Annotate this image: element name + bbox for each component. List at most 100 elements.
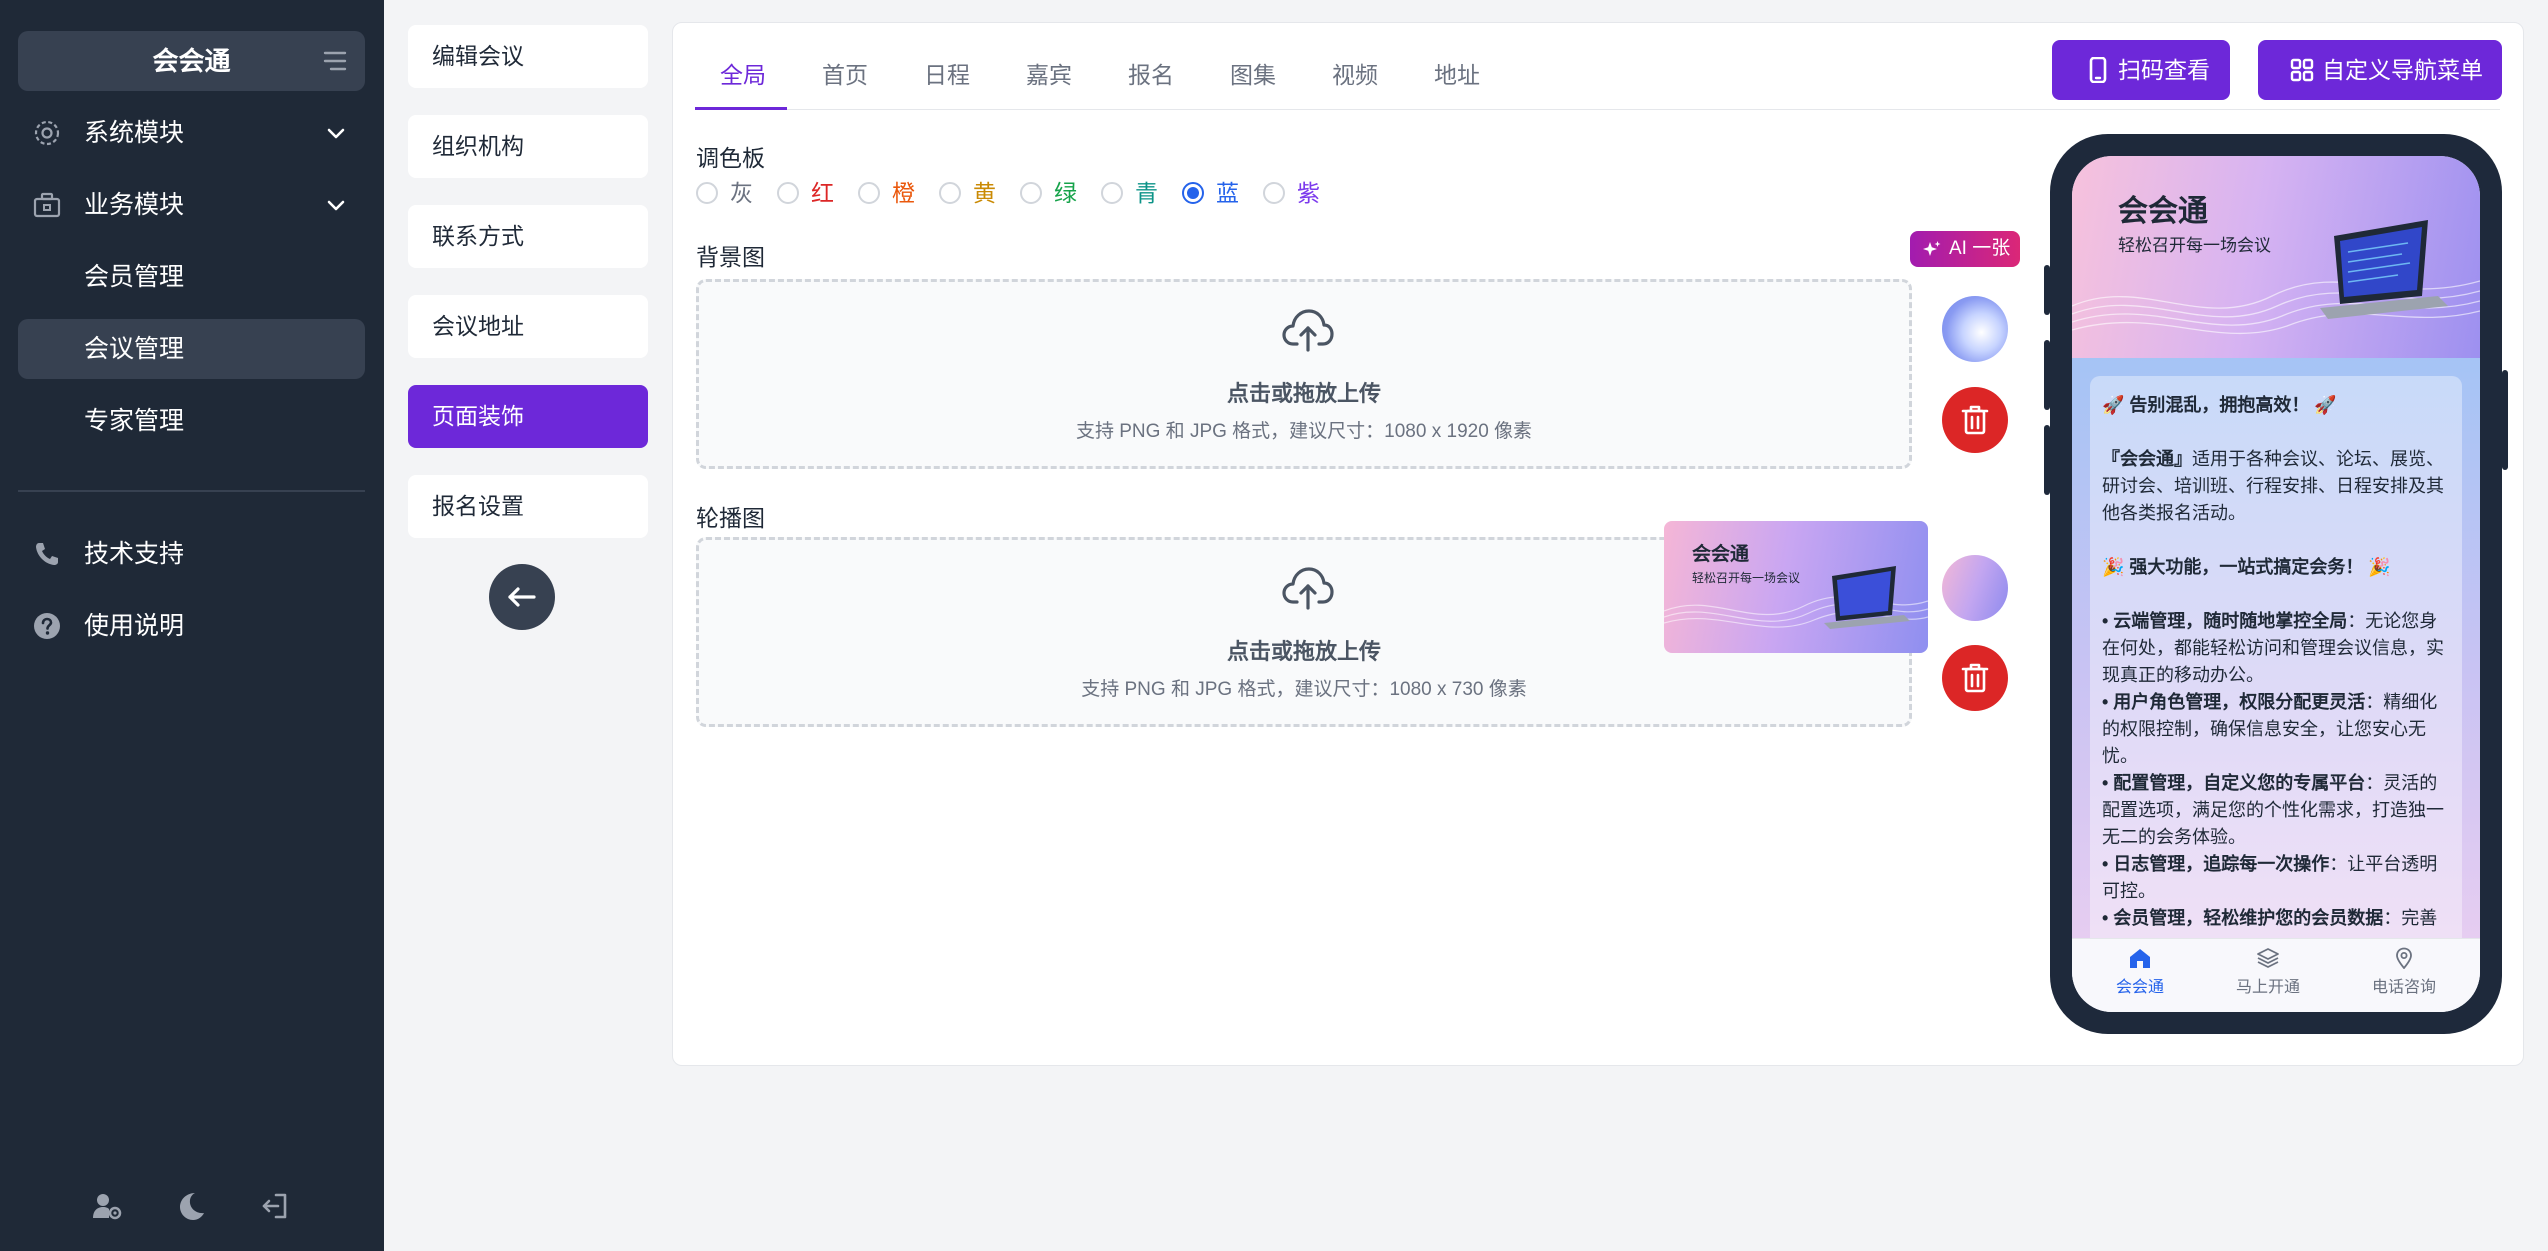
feature-item: • 配置管理，自定义您的专属平台：灵活的配置选项，满足您的个性化需求，打造独一无… [2102, 770, 2450, 851]
radio-indicator [1263, 182, 1285, 204]
sidebar-item-system-module[interactable]: 系统模块 [18, 103, 365, 163]
menu-toggle-icon[interactable] [323, 50, 347, 72]
tab-gallery[interactable]: 图集 [1230, 56, 1276, 90]
custom-nav-menu-button[interactable]: 自定义导航菜单 [2258, 40, 2502, 100]
phone-nav-label: 电话咨询 [2371, 979, 2436, 996]
background-title: 背景图 [696, 244, 765, 270]
background-upload-dropzone[interactable]: 点击或拖放上传 支持 PNG 和 JPG 格式，建议尺寸：1080 x 1920… [696, 279, 1912, 469]
sidebar-item-expert-management[interactable]: 专家管理 [18, 391, 365, 451]
radio-indicator [1101, 182, 1123, 204]
palette-option[interactable]: 灰 [696, 178, 766, 208]
feature-title: • 配置管理，自定义您的专属平台 [2102, 773, 2366, 793]
tab-schedule[interactable]: 日程 [924, 56, 970, 90]
radio-indicator [1182, 182, 1204, 204]
tab-guests[interactable]: 嘉宾 [1026, 56, 1072, 90]
back-button[interactable] [489, 564, 555, 630]
config-nav-page-decoration[interactable]: 页面装饰 [408, 385, 648, 448]
delete-carousel-button[interactable] [1942, 645, 2008, 711]
palette-option[interactable]: 紫 [1263, 178, 1333, 208]
phone-intro-box: 🚀 告别混乱，拥抱高效！ 🚀 『会会通』适用于各种会议、论坛、展览、研讨会、培训… [2090, 376, 2462, 956]
feature-item: • 用户角色管理，权限分配更灵活：精细化的权限控制，确保信息安全，让您安心无忧。 [2102, 689, 2450, 770]
intro-brand: 『会会通』 [2102, 449, 2192, 469]
config-nav-meeting-address[interactable]: 会议地址 [408, 295, 648, 358]
active-tab-indicator [695, 107, 787, 110]
tab-address[interactable]: 地址 [1434, 56, 1480, 90]
radio-indicator [1020, 182, 1042, 204]
carousel-preview-subtitle: 轻松召开每一场会议 [1692, 571, 1801, 585]
map-pin-icon [2396, 947, 2412, 969]
logout-icon[interactable] [259, 1190, 291, 1222]
trash-icon [1961, 663, 1989, 693]
phone-nav-phone-consult[interactable]: 电话咨询 [2354, 947, 2454, 997]
palette-option[interactable]: 橙 [858, 178, 928, 208]
palette-option[interactable]: 黄 [939, 178, 1009, 208]
palette-option[interactable]: 蓝 [1182, 178, 1252, 208]
brand-bar: 会会通 [18, 31, 365, 91]
config-nav-contact[interactable]: 联系方式 [408, 205, 648, 268]
layers-icon [2257, 948, 2279, 968]
feature-title: • 会员管理，轻松维护您的会员数据 [2102, 908, 2384, 928]
sidebar-item-label: 专家管理 [84, 407, 185, 435]
carousel-title: 轮播图 [696, 505, 765, 531]
phone-nav-home[interactable]: 会会通 [2090, 947, 2190, 997]
phone-button [2502, 370, 2508, 470]
help-circle-icon [34, 613, 60, 639]
ai-generate-label: AI 一张 [1949, 238, 2011, 259]
scan-view-button[interactable]: 扫码查看 [2052, 40, 2230, 100]
phone-nav-activate[interactable]: 马上开通 [2218, 947, 2318, 997]
scan-view-label: 扫码查看 [2118, 57, 2210, 83]
sidebar-item-label: 系统模块 [84, 119, 185, 147]
phone-nav-label: 马上开通 [2235, 979, 2300, 996]
home-icon [2130, 949, 2150, 968]
cloud-upload-icon [1282, 309, 1334, 352]
carousel-preview-image[interactable]: 会会通 轻松召开每一场会议 [1664, 521, 1928, 653]
sidebar-item-member-management[interactable]: 会员管理 [18, 247, 365, 307]
config-nav-edit-meeting[interactable]: 编辑会议 [408, 25, 648, 88]
ai-generate-button[interactable]: AI 一张 [1910, 231, 2020, 267]
phone-banner-subtitle: 轻松召开每一场会议 [2118, 236, 2271, 255]
feature-title: • 用户角色管理，权限分配更灵活 [2102, 692, 2366, 712]
sidebar-item-meeting-management[interactable]: 会议管理 [18, 319, 365, 379]
palette-option-label: 青 [1135, 180, 1158, 206]
sidebar: 会会通 系统模块 业务模块 会员管理 会议管理 专家管理 技术支持 使用说明 [0, 0, 384, 1251]
background-thumbnail[interactable] [1942, 296, 2008, 362]
sidebar-item-business-module[interactable]: 业务模块 [18, 175, 365, 235]
sidebar-item-tech-support[interactable]: 技术支持 [18, 524, 365, 584]
arrow-left-icon [508, 587, 536, 607]
sparkles-icon [1923, 241, 1941, 256]
palette-option[interactable]: 红 [777, 178, 847, 208]
sidebar-item-label: 使用说明 [84, 612, 185, 640]
briefcase-icon [33, 192, 61, 218]
palette-option-label: 灰 [730, 180, 753, 206]
intro-heading: 🚀 告别混乱，拥抱高效！ 🚀 [2102, 395, 2337, 415]
palette-option[interactable]: 绿 [1020, 178, 1090, 208]
tab-bar-divider [695, 109, 2500, 110]
phone-bottom-nav: 会会通 马上开通 电话咨询 [2072, 938, 2480, 1012]
delete-background-button[interactable] [1942, 387, 2008, 453]
tab-video[interactable]: 视频 [1332, 56, 1378, 90]
brand-title: 会会通 [152, 46, 231, 76]
user-settings-icon[interactable] [91, 1190, 123, 1222]
features-heading: 🎉 强大功能，一站式搞定会务！ 🎉 [2102, 557, 2391, 577]
palette-option-label: 黄 [973, 180, 996, 206]
tab-home[interactable]: 首页 [822, 56, 868, 90]
upload-text: 点击或拖放上传 [1226, 381, 1381, 406]
sidebar-divider [18, 490, 365, 492]
config-nav-registration-settings[interactable]: 报名设置 [408, 475, 648, 538]
chevron-down-icon [327, 128, 345, 139]
radio-indicator [858, 182, 880, 204]
sidebar-item-user-guide[interactable]: 使用说明 [18, 596, 365, 656]
palette-option-label: 绿 [1054, 180, 1077, 206]
phone-screen: 会会通 轻松召开每一场会议 🚀 告别混乱，拥抱高效！ 🚀 『会会通』适用于各种会… [2072, 156, 2480, 1012]
carousel-thumbnail[interactable] [1942, 555, 2008, 621]
intro-paragraph: 『会会通』适用于各种会议、论坛、展览、研讨会、培训班、行程安排、日程安排及其他各… [2102, 446, 2450, 527]
grid-icon [2290, 58, 2314, 82]
feature-item: • 日志管理，追踪每一次操作：让平台透明可控。 [2102, 851, 2450, 905]
moon-icon[interactable] [175, 1190, 207, 1222]
palette-option[interactable]: 青 [1101, 178, 1171, 208]
gear-icon [34, 120, 60, 146]
config-nav-organization[interactable]: 组织机构 [408, 115, 648, 178]
tab-global[interactable]: 全局 [720, 56, 766, 90]
radio-indicator [777, 182, 799, 204]
tab-registration[interactable]: 报名 [1128, 56, 1174, 90]
